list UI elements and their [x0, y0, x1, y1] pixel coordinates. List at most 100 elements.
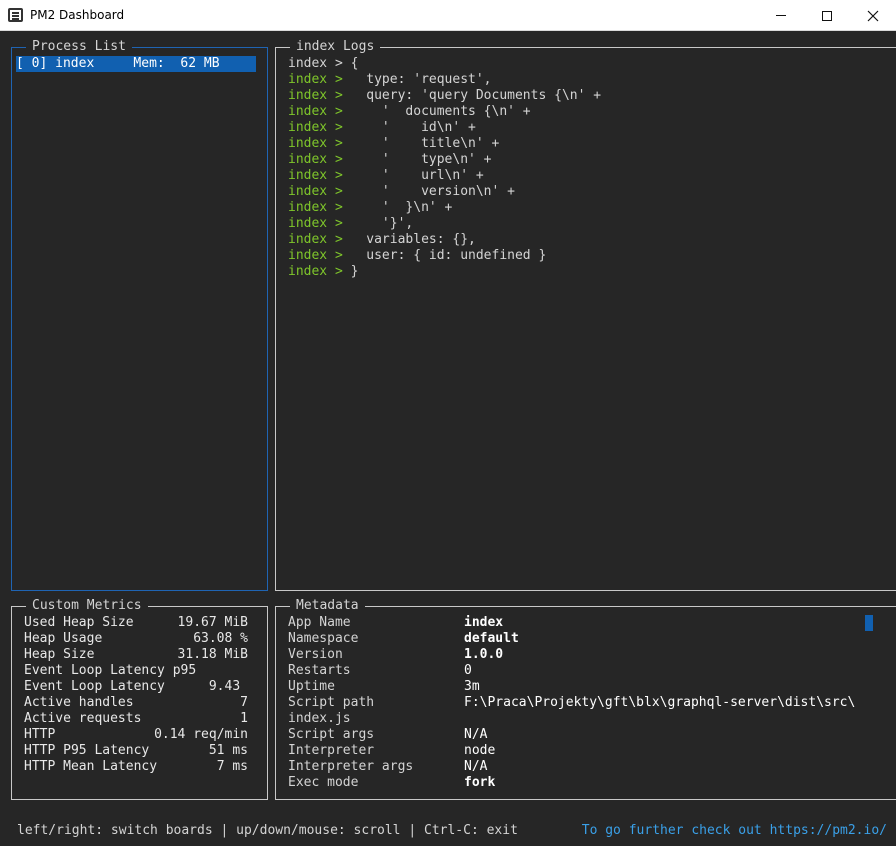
process-name: index: [55, 56, 95, 71]
metadata-key: Interpreter: [288, 743, 375, 758]
metadata-row: Version 1.0.0: [288, 647, 878, 663]
metadata-row: Interpreter args N/A: [288, 759, 878, 775]
metric-value: 63.08 %: [193, 631, 248, 646]
window-titlebar: PM2 Dashboard: [0, 0, 896, 31]
metric-row: HTTP Mean Latency 7 ms: [24, 759, 248, 775]
log-line: index > }: [288, 264, 601, 280]
pm2-link[interactable]: To go further check out https://pm2.io/: [582, 823, 887, 838]
metric-label: Event Loop Latency: [24, 679, 165, 694]
metric-row: Active requests 1: [24, 711, 248, 727]
log-text: user: { id: undefined }: [342, 248, 547, 263]
log-prefix: index >: [288, 232, 343, 247]
process-row-index[interactable]: [ 0] index Mem: 62 MB: [16, 56, 256, 72]
log-text: ' type\n' +: [342, 152, 492, 167]
metadata-value: N/A: [464, 759, 488, 774]
metric-value: 51 ms: [208, 743, 248, 758]
metadata-row: Script args N/A: [288, 727, 878, 743]
window-title: PM2 Dashboard: [30, 8, 125, 22]
log-line: index > ' type\n' +: [288, 152, 601, 168]
metric-value: 7 ms: [216, 759, 248, 774]
metric-value: 7: [240, 695, 248, 710]
metadata-row: Uptime 3m: [288, 679, 878, 695]
footer: left/right: switch boards | up/down/mous…: [17, 823, 887, 838]
process-mem-value: 62 MB: [180, 56, 220, 71]
metric-label: Active handles: [24, 695, 134, 710]
log-text: ' title\n' +: [342, 136, 500, 151]
log-prefix: index >: [288, 248, 343, 263]
log-lines: index > {index > type: 'request', index >…: [288, 56, 601, 280]
metadata-value: F:\Praca\Projekty\gft\blx\graphql-server…: [464, 695, 856, 710]
metadata-panel[interactable]: Metadata App Name index Namespace default Ve…: [275, 598, 896, 800]
maximize-button[interactable]: [804, 0, 850, 31]
log-text: '}',: [342, 216, 414, 231]
app-icon: [8, 8, 23, 22]
metric-row: Used Heap Size 19.67 MiB: [24, 615, 248, 631]
logs-title: index Logs: [290, 39, 381, 55]
log-text: variables: {},: [342, 232, 476, 247]
process-list-panel[interactable]: Process List [ 0] index Mem: 62 MB: [11, 39, 268, 591]
process-list-title: Process List: [26, 39, 132, 55]
close-icon: [867, 10, 879, 21]
logs-panel[interactable]: index Logs index > {index > type: 'reque…: [275, 39, 896, 591]
metric-row: Heap Size 31.18 MiB: [24, 647, 248, 663]
metadata-row: App Name index: [288, 615, 878, 631]
log-line: index > ' }\n' +: [288, 200, 601, 216]
metric-label: HTTP P95 Latency: [24, 743, 150, 758]
metric-value: 1: [240, 711, 248, 726]
metric-row: Active handles 7: [24, 695, 248, 711]
metadata-row: Exec mode fork: [288, 775, 878, 791]
log-prefix: index >: [288, 264, 343, 279]
log-line: index > type: 'request',: [288, 72, 601, 88]
log-line: index > ' id\n' +: [288, 120, 601, 136]
metric-row: Event Loop Latency p95: [24, 663, 248, 679]
metric-row: HTTP P95 Latency 51 ms: [24, 743, 248, 759]
metric-value: 31.18 MiB: [177, 647, 248, 662]
log-line: index > ' title\n' +: [288, 136, 601, 152]
metadata-row: Script path F:\Praca\Projekty\gft\blx\gra…: [288, 695, 878, 711]
log-prefix: index >: [288, 152, 343, 167]
metadata-list: App Name index Namespace default Version 1.0.…: [288, 615, 878, 791]
minimize-button[interactable]: [758, 0, 804, 31]
terminal: Process List [ 0] index Mem: 62 MB index…: [0, 31, 896, 846]
metadata-value: 3m: [464, 679, 480, 694]
log-prefix: index >: [288, 136, 343, 151]
log-line: index > ' version\n' +: [288, 184, 601, 200]
log-text: ' documents {\n' +: [342, 104, 531, 119]
custom-metrics-panel[interactable]: Custom Metrics Used Heap Size 19.67 MiB He…: [11, 598, 268, 800]
close-button[interactable]: [850, 0, 896, 31]
metric-row: Event Loop Latency 9.43: [24, 679, 248, 695]
log-text: ' }\n' +: [342, 200, 453, 215]
log-prefix: index >: [288, 216, 343, 231]
log-text: ' version\n' +: [342, 184, 515, 199]
log-line: index > {: [288, 56, 601, 72]
metadata-row: index.js: [288, 711, 878, 727]
metadata-key: Script args: [288, 727, 375, 742]
metric-label: Heap Size: [24, 647, 95, 662]
log-prefix: index >: [288, 168, 343, 183]
log-text: {: [342, 56, 359, 71]
log-line: index > variables: {},: [288, 232, 601, 248]
metadata-key: Exec mode: [288, 775, 359, 790]
log-prefix: index >: [288, 104, 343, 119]
metadata-value: N/A: [464, 727, 488, 742]
log-prefix: index >: [288, 200, 343, 215]
metadata-key: Interpreter args: [288, 759, 414, 774]
log-prefix: index >: [288, 120, 343, 135]
metric-value: 19.67 MiB: [177, 615, 248, 630]
metadata-value: node: [464, 743, 496, 758]
metric-label: Used Heap Size: [24, 615, 134, 630]
log-text: type: 'request',: [342, 72, 492, 87]
metric-label: Active requests: [24, 711, 142, 726]
metrics-title: Custom Metrics: [26, 598, 148, 614]
metadata-scrollbar[interactable]: [865, 615, 873, 631]
process-mem-label: Mem:: [133, 56, 165, 71]
metric-label: HTTP: [24, 727, 56, 742]
metric-row: HTTP 0.14 req/min: [24, 727, 248, 743]
metadata-value: index: [464, 615, 504, 630]
log-prefix: index >: [288, 88, 343, 103]
metadata-value: 1.0.0: [464, 647, 504, 662]
metric-value: 9.43: [208, 679, 248, 694]
log-line: index > '}',: [288, 216, 601, 232]
metadata-title: Metadata: [290, 598, 365, 614]
metadata-row: Restarts 0: [288, 663, 878, 679]
